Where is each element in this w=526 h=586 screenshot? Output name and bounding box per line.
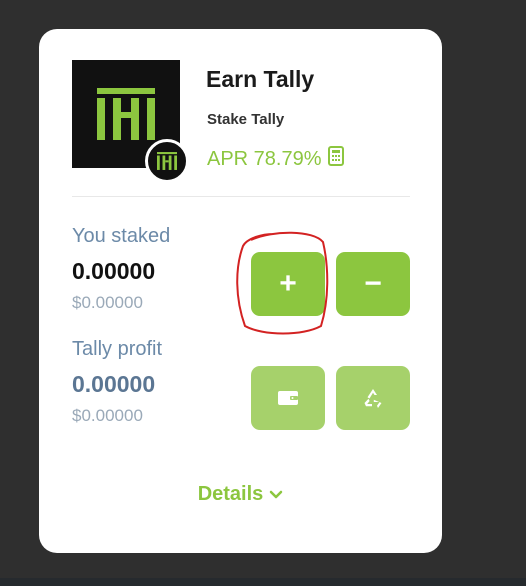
profit-usd: $0.00000 <box>72 406 143 425</box>
profit-amount: 0.00000 <box>72 371 156 397</box>
tally-badge-icon <box>157 152 177 170</box>
apr-value: APR 78.79% <box>207 147 322 170</box>
staked-amount: 0.00000 <box>72 258 156 284</box>
wallet-icon <box>278 391 298 405</box>
compound-profit-button[interactable] <box>336 366 410 430</box>
apr-row: APR 78.79% <box>207 146 344 172</box>
earn-card: Earn Tally Stake Tally APR 78.79% You st… <box>39 29 442 553</box>
remove-stake-button[interactable]: − <box>336 252 410 316</box>
tally-logo-icon <box>97 88 155 140</box>
withdraw-profit-button[interactable] <box>251 366 325 430</box>
divider <box>72 196 410 197</box>
details-label: Details <box>197 483 264 505</box>
card-title: Earn Tally <box>206 66 315 92</box>
calculator-icon[interactable] <box>327 146 344 172</box>
details-toggle[interactable]: Details <box>39 483 442 506</box>
staked-usd: $0.00000 <box>72 293 143 312</box>
staked-label: You staked <box>72 225 171 247</box>
profit-label: Tally profit <box>72 338 163 360</box>
chevron-down-icon <box>270 490 283 498</box>
recycle-icon <box>364 389 382 408</box>
card-subtitle: Stake Tally <box>207 111 285 128</box>
red-annotation-circle <box>236 231 329 335</box>
tally-badge <box>145 139 189 183</box>
bottom-bar <box>0 578 526 586</box>
